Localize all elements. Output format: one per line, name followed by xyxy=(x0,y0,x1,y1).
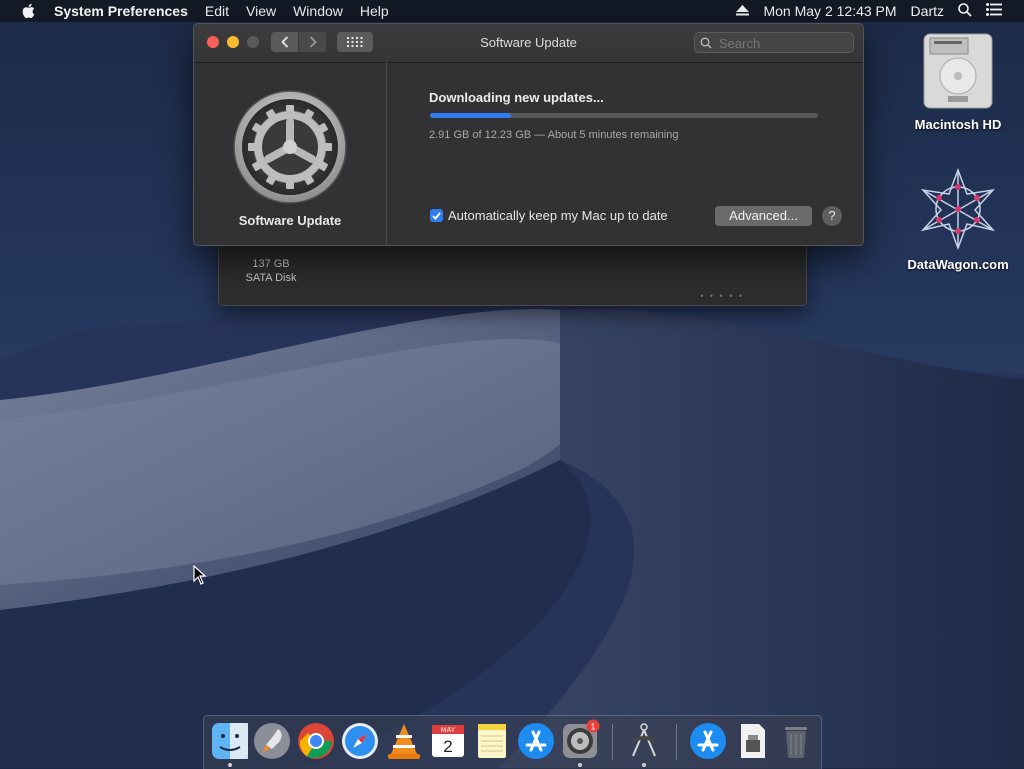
system-preferences-running-indicator xyxy=(578,763,582,767)
hard-drive-icon xyxy=(923,33,993,109)
menu-help[interactable]: Help xyxy=(360,3,389,19)
app-store-icon[interactable] xyxy=(516,721,556,761)
apple-menu-icon[interactable] xyxy=(20,2,38,20)
badge-count: 1 xyxy=(590,722,595,732)
trash-icon[interactable] xyxy=(776,721,816,761)
safari-icon[interactable] xyxy=(340,721,380,761)
launchpad-icon[interactable] xyxy=(252,721,292,761)
menu-app-name[interactable]: System Preferences xyxy=(54,3,188,19)
disk-type: SATA Disk xyxy=(245,272,297,284)
dock-separator-2 xyxy=(676,724,677,760)
auto-update-label: Automatically keep my Mac up to date xyxy=(448,208,668,223)
menu-view[interactable]: View xyxy=(246,3,276,19)
desktop-icon-datawagon[interactable]: DataWagon.com xyxy=(903,166,1013,272)
finder-running-indicator xyxy=(228,763,232,767)
search-field[interactable] xyxy=(694,32,854,53)
menu-extras: Mon May 2 12:43 PM Dartz xyxy=(736,0,1024,22)
search-input[interactable] xyxy=(717,34,851,53)
window-titlebar[interactable]: Software Update xyxy=(194,24,863,63)
help-button[interactable]: ? xyxy=(822,206,842,226)
desktop-icon-macintosh-hd[interactable]: Macintosh HD xyxy=(903,30,1013,132)
download-progress-fill xyxy=(430,113,512,118)
dock-separator xyxy=(612,724,613,760)
calendar-icon[interactable]: MAY 2 xyxy=(428,721,468,761)
vlc-icon[interactable] xyxy=(384,721,424,761)
spotlight-icon[interactable] xyxy=(958,2,972,20)
download-status: Downloading new updates... xyxy=(429,90,604,105)
background-window[interactable]: 137 GB SATA Disk • • • • • xyxy=(218,240,807,306)
menu-edit[interactable]: Edit xyxy=(205,3,229,19)
dock: MAY 2 1 xyxy=(203,715,822,769)
software-update-sidebar: Software Update xyxy=(194,62,387,245)
mouse-cursor-icon xyxy=(193,565,207,585)
finder-icon[interactable] xyxy=(210,721,250,761)
download-progress-bar xyxy=(430,113,818,118)
menu-bar: System Preferences Edit View Window Help… xyxy=(0,0,1024,22)
search-icon xyxy=(700,37,712,49)
software-update-gear-icon xyxy=(233,90,347,204)
auto-update-checkbox[interactable]: Automatically keep my Mac up to date xyxy=(430,208,668,223)
app-store-download-icon[interactable] xyxy=(688,721,728,761)
datawagon-logo-icon xyxy=(920,167,996,251)
notification-badge: 1 xyxy=(586,719,600,733)
disk-info: 137 GB SATA Disk xyxy=(235,257,307,285)
instruments-running-indicator xyxy=(642,763,646,767)
menu-clock[interactable]: Mon May 2 12:43 PM xyxy=(763,3,896,19)
download-detail: 2.91 GB of 12.23 GB — About 5 minutes re… xyxy=(429,129,679,141)
software-update-window: Software Update Search Software Update D… xyxy=(193,23,864,246)
advanced-button[interactable]: Advanced... xyxy=(715,206,812,226)
eject-icon[interactable] xyxy=(736,3,750,19)
instruments-icon[interactable] xyxy=(624,721,664,761)
resize-dots: • • • • • xyxy=(700,291,744,301)
datawagon-label: DataWagon.com xyxy=(907,257,1009,272)
chrome-icon[interactable] xyxy=(296,721,336,761)
disk-size: 137 GB xyxy=(252,258,290,270)
checkbox-checked-icon[interactable] xyxy=(430,209,443,222)
pane-label: Software Update xyxy=(238,213,342,228)
notes-icon[interactable] xyxy=(472,721,512,761)
macintosh-hd-label: Macintosh HD xyxy=(914,117,1002,132)
calendar-month: MAY xyxy=(441,727,456,734)
preview-icon[interactable] xyxy=(732,721,772,761)
notification-center-icon[interactable] xyxy=(986,3,1002,19)
menu-user[interactable]: Dartz xyxy=(911,3,944,19)
calendar-day: 2 xyxy=(443,737,452,756)
menu-window[interactable]: Window xyxy=(293,3,343,19)
